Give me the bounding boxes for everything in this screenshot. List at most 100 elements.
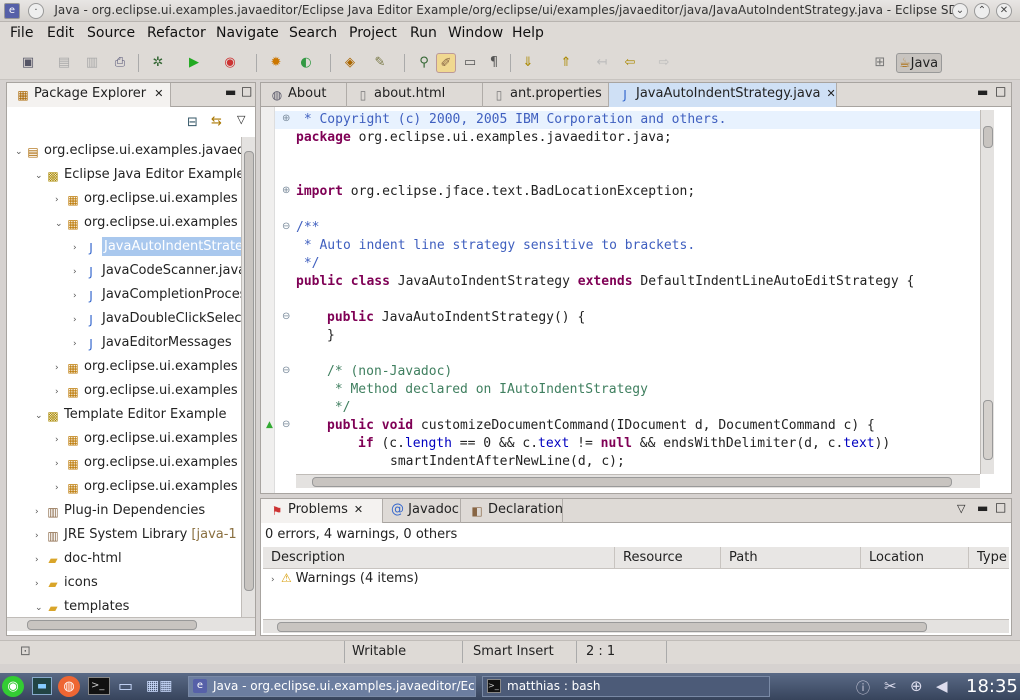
start-menu-icon[interactable]: ◉ <box>2 676 24 697</box>
minimize-view-icon[interactable]: ▬ <box>977 501 988 515</box>
code-line[interactable]: package org.eclipse.ui.examples.javaedit… <box>296 129 672 147</box>
tree-item-package[interactable]: › ▦ org.eclipse.ui.examples <box>55 475 238 499</box>
external-tools-icon[interactable]: ◉ <box>220 53 240 73</box>
workspace-switcher-icon[interactable]: ▦▦ <box>146 677 180 695</box>
tree-item-package[interactable]: › ▦ org.eclipse.ui.examples <box>55 427 238 451</box>
column-path[interactable]: Path <box>721 547 861 569</box>
problems-scrollbar-h[interactable] <box>263 619 1009 633</box>
explorer-scrollbar-h[interactable] <box>7 617 255 631</box>
code-line[interactable]: import org.eclipse.jface.text.BadLocatio… <box>296 183 695 201</box>
code-line[interactable]: /** <box>296 219 319 237</box>
task-eclipse[interactable]: e Java - org.eclipse.ui.examples.javaedi… <box>188 676 476 697</box>
tab-about-html[interactable]: ▯ about.html <box>347 83 483 107</box>
close-tab-icon[interactable]: ✕ <box>354 503 363 516</box>
clipboard-icon[interactable]: ✂ <box>884 677 897 695</box>
new-java-project-icon[interactable]: ✹ <box>266 53 286 73</box>
open-perspective-icon[interactable]: ⊞ <box>870 53 890 73</box>
menu-navigate[interactable]: Navigate <box>216 25 279 41</box>
code-line[interactable]: smartIndentAfterNewLine(d, c); <box>390 453 625 471</box>
toggle-mark-icon[interactable]: ⚲ <box>414 53 434 73</box>
task-terminal[interactable]: >_ matthias : bash <box>482 676 770 697</box>
terminal-icon[interactable]: >_ <box>88 677 110 695</box>
code-line[interactable]: * Auto indent line strategy sensitive to… <box>296 237 695 255</box>
print-icon[interactable]: ⎙ <box>110 53 130 73</box>
collapse-fold-icon[interactable]: ⊖ <box>282 366 292 376</box>
maximize-view-icon[interactable]: □ <box>995 84 1006 98</box>
new-class-icon[interactable]: ◐ <box>296 53 316 73</box>
tree-item-file[interactable]: ›JJavaDoubleClickSelector <box>73 307 241 331</box>
tree-item-project[interactable]: ⌄▤org.eclipse.ui.examples.javaeditor <box>15 139 241 163</box>
tree-item-package[interactable]: ⌄ ▦ org.eclipse.ui.examples <box>55 211 238 235</box>
tree-item-file[interactable]: › J JavaCodeScanner.java <box>73 259 241 283</box>
last-edit-icon[interactable]: ↤ <box>592 53 612 73</box>
menu-refactor[interactable]: Refactor <box>147 25 206 41</box>
tree-item-dependencies[interactable]: › ▥ Plug-in Dependencies <box>35 499 205 523</box>
tree-item-file[interactable]: ›JJavaCompletionProcessor <box>73 283 241 307</box>
collapse-fold-icon[interactable]: ⊖ <box>282 420 292 430</box>
menu-window[interactable]: Window <box>448 25 503 41</box>
close-icon[interactable]: ✕ <box>996 3 1012 19</box>
tree-item-package[interactable]: › ▦ org.eclipse.ui.examples <box>55 451 238 475</box>
file-manager-icon[interactable]: ▭ <box>118 677 138 695</box>
search-icon[interactable]: ✎ <box>370 53 390 73</box>
tab-package-explorer[interactable]: ▦ Package Explorer ✕ <box>7 83 171 107</box>
code-line[interactable]: * Copyright (c) 2000, 2005 IBM Corporati… <box>296 111 727 129</box>
view-menu-icon[interactable]: ▽ <box>957 502 965 515</box>
tab-ant-properties[interactable]: ▯ ant.properties <box>483 83 609 107</box>
column-description[interactable]: Description <box>263 547 615 569</box>
minimize-view-icon[interactable]: ▬ <box>225 85 236 99</box>
minimize-view-icon[interactable]: ▬ <box>977 85 988 99</box>
save-all-icon[interactable]: ▥ <box>82 53 102 73</box>
back-icon[interactable]: ⇦ <box>620 53 640 73</box>
show-whitespace-icon[interactable]: ¶ <box>484 53 504 73</box>
maximize-view-icon[interactable]: □ <box>995 500 1006 514</box>
maximize-view-icon[interactable]: □ <box>241 84 252 98</box>
code-line[interactable]: public void customizeDocumentCommand(IDo… <box>327 417 875 435</box>
highlight-icon[interactable]: ✐ <box>436 53 456 73</box>
tree-item-source-folder[interactable]: ⌄ ▩ Template Editor Example <box>35 403 226 427</box>
volume-icon[interactable]: ◀ <box>936 677 948 695</box>
code-line[interactable]: * Method declared on IAutoIndentStrategy <box>327 381 648 399</box>
firefox-icon[interactable]: ◍ <box>58 676 80 697</box>
previous-annotation-icon[interactable]: ⇑ <box>556 53 576 73</box>
next-annotation-icon[interactable]: ⇓ <box>518 53 538 73</box>
tree-item-package[interactable]: › ▦ org.eclipse.ui.examples <box>55 355 238 379</box>
collapse-fold-icon[interactable]: ⊖ <box>282 222 292 232</box>
info-icon[interactable]: ⓘ <box>856 678 870 698</box>
view-menu-icon[interactable]: ▽ <box>237 113 245 126</box>
tree-item-file[interactable]: › J JavaEditorMessages <box>73 331 232 355</box>
menu-project[interactable]: Project <box>349 25 397 41</box>
explorer-scrollbar-v[interactable] <box>241 137 255 621</box>
forward-icon[interactable]: ⇨ <box>654 53 674 73</box>
editor-scrollbar-h[interactable] <box>296 474 980 488</box>
tree-item-source-folder[interactable]: ⌄ ▩ Eclipse Java Editor Example <box>35 163 241 187</box>
code-line[interactable]: public class JavaAutoIndentStrategy exte… <box>296 273 914 291</box>
tree-item-folder[interactable]: › ▰ doc-html <box>35 547 122 571</box>
problems-row[interactable]: › ⚠ Warnings (4 items) <box>271 571 419 586</box>
tree-item-folder[interactable]: › ▰ icons <box>35 571 98 595</box>
tab-about[interactable]: ◍ About <box>261 83 347 107</box>
block-selection-icon[interactable]: ▭ <box>460 53 480 73</box>
code-line[interactable]: /* (non-Javadoc) <box>327 363 452 381</box>
editor-scrollbar-v[interactable] <box>980 110 994 474</box>
close-tab-icon[interactable]: ✕ <box>154 87 163 100</box>
menu-help[interactable]: Help <box>512 25 544 41</box>
column-location[interactable]: Location <box>861 547 969 569</box>
save-icon[interactable]: ▤ <box>54 53 74 73</box>
fast-view-icon[interactable]: ⊡ <box>20 644 31 659</box>
menu-source[interactable]: Source <box>87 25 135 41</box>
code-line[interactable]: public JavaAutoIndentStrategy() { <box>327 309 585 327</box>
minimize-icon[interactable]: ⌄ <box>952 3 968 19</box>
code-line[interactable]: */ <box>296 255 320 273</box>
column-resource[interactable]: Resource <box>615 547 721 569</box>
code-line[interactable]: */ <box>327 399 351 417</box>
code-line[interactable]: if (c.length == 0 && c.text != null && e… <box>358 435 890 453</box>
debug-icon[interactable]: ✲ <box>148 53 168 73</box>
tree-item-package[interactable]: › ▦ org.eclipse.ui.examples <box>55 187 238 211</box>
clock[interactable]: 18:35 <box>966 676 1018 697</box>
menu-run[interactable]: Run <box>410 25 437 41</box>
tree-item-package[interactable]: › ▦ org.eclipse.ui.examples <box>55 379 238 403</box>
tab-javadoc[interactable]: @ Javadoc <box>383 499 461 523</box>
menu-search[interactable]: Search <box>289 25 337 41</box>
desktop-icon[interactable]: ▃ <box>32 677 52 695</box>
